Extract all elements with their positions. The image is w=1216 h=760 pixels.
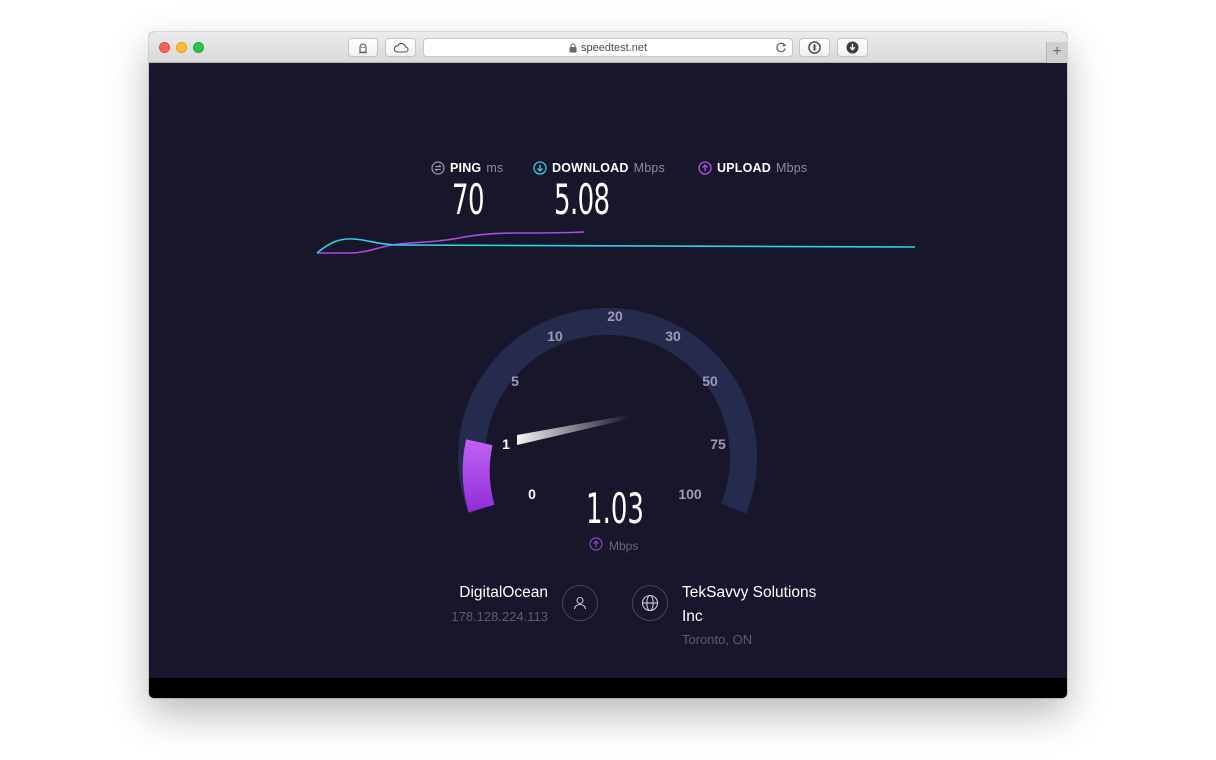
isp-globe-button[interactable] [632, 585, 668, 621]
reload-icon[interactable] [775, 41, 787, 54]
browser-window: speedtest.net + PING ms 70 DOWNLOAD Mbps… [149, 32, 1067, 698]
host-ip: 178.128.224.113 [451, 609, 548, 624]
ghost-icon [359, 43, 367, 54]
globe-icon [641, 594, 659, 612]
gauge-tick-50: 50 [702, 373, 718, 389]
gauge-tick-10: 10 [547, 328, 563, 344]
gauge-tick-5: 5 [511, 373, 519, 389]
gauge-unit-label: Mbps [609, 538, 639, 553]
gauge-tick-0: 0 [528, 486, 536, 502]
minimize-window-button[interactable] [176, 42, 187, 53]
speedtest-page: PING ms 70 DOWNLOAD Mbps 5.08 UPLOAD Mbp… [149, 63, 1067, 678]
downloads-button[interactable] [837, 38, 868, 57]
new-tab-button[interactable]: + [1046, 42, 1067, 63]
cloud-icon [393, 42, 409, 53]
gauge-progress-fill [462, 439, 495, 513]
gauge-tick-30: 30 [665, 328, 681, 344]
speed-gauge: 0 1 5 10 20 30 50 75 100 1.03 [458, 307, 757, 534]
isp-name-line2: Inc [682, 608, 703, 625]
gauge-tick-20: 20 [607, 308, 623, 324]
isp-name-line1: TekSavvy Solutions [682, 584, 817, 601]
address-bar[interactable]: speedtest.net [423, 38, 793, 57]
zoom-window-button[interactable] [193, 42, 204, 53]
gauge-tick-1: 1 [502, 436, 510, 452]
gauge-current-value: 1.03 [586, 486, 644, 534]
lock-icon [569, 42, 577, 53]
url-text: speedtest.net [580, 41, 648, 54]
1password-extension-button[interactable] [799, 38, 830, 57]
ghostery-extension-button[interactable] [348, 38, 378, 57]
gauge-track [458, 307, 757, 514]
gauge-needle [517, 415, 629, 445]
host-name: DigitalOcean [459, 584, 548, 601]
host-user-button[interactable] [562, 585, 598, 621]
gauge-unit-row: Mbps [589, 537, 638, 554]
browser-toolbar: speedtest.net + [149, 32, 1067, 63]
user-icon [573, 596, 587, 610]
upload-small-icon [589, 537, 603, 554]
close-window-button[interactable] [159, 42, 170, 53]
download-arrow-icon [846, 41, 859, 54]
gauge-tick-100: 100 [678, 486, 702, 502]
isp-location: Toronto, ON [682, 632, 753, 647]
cloud-extension-button[interactable] [385, 38, 416, 57]
1password-icon [808, 41, 821, 54]
gauge-tick-75: 75 [710, 436, 726, 452]
page-bottom-bar [149, 678, 1067, 698]
